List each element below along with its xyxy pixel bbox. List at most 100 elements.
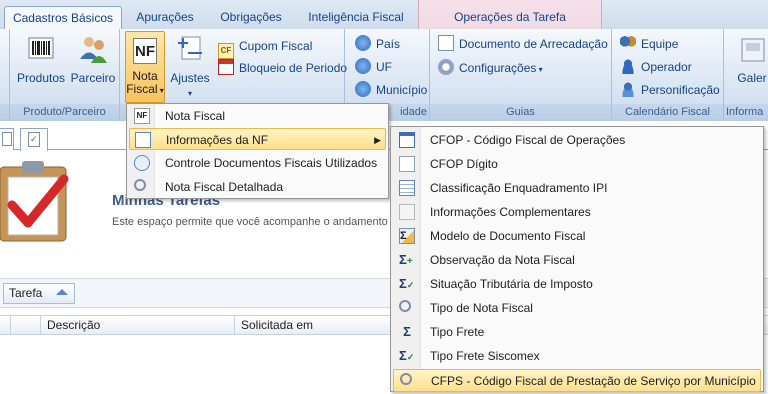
- menu-item-label: Informações da NF: [166, 133, 269, 147]
- ribbon-group-informa: Galer Informa: [724, 29, 768, 121]
- menu-item-label: Nota Fiscal Detalhada: [165, 180, 284, 194]
- informacoes-nf-submenu: CFOP - Código Fiscal de Operações CFOP D…: [390, 126, 764, 392]
- tab-operacoes-da-tarefa[interactable]: Operações da Tarefa: [418, 0, 602, 30]
- personificacao-button[interactable]: Personificação: [620, 80, 720, 100]
- menu-item-controle-documentos[interactable]: Controle Documentos Fiscais Utilizados: [129, 152, 386, 174]
- nota-fiscal-button[interactable]: NF Nota Fiscal ▾: [125, 31, 165, 103]
- search-doc-icon: [400, 373, 412, 385]
- submenu-item-tipo-frete[interactable]: Σ Tipo Frete: [393, 321, 761, 344]
- gear-icon: [438, 59, 454, 75]
- uf-button[interactable]: UF: [355, 57, 392, 77]
- municipio-button[interactable]: Município: [355, 80, 427, 100]
- sigma-check-icon: Σ✓: [399, 348, 415, 363]
- submenu-item-cfop[interactable]: CFOP - Código Fiscal de Operações: [393, 129, 761, 152]
- sort-up-icon[interactable]: [56, 289, 68, 295]
- globe-icon: [355, 35, 371, 51]
- submenu-item-tipo-frete-siscomex[interactable]: Σ✓ Tipo Frete Siscomex: [393, 345, 761, 368]
- calendar-block-icon: [218, 59, 234, 75]
- submenu-item-label: Classificação Enquadramento IPI: [430, 181, 608, 195]
- produtos-button[interactable]: Produtos: [16, 33, 66, 85]
- barcode-icon: [28, 37, 54, 59]
- ribbon-group-produto-parceiro: Produtos Parceiro Produto/Parceiro: [10, 29, 120, 121]
- document-icon: [399, 156, 415, 172]
- uf-label: UF: [376, 60, 392, 74]
- parceiro-button[interactable]: Parceiro: [68, 33, 118, 85]
- globe-icon: [355, 58, 371, 74]
- group-chip-label: Tarefa: [9, 286, 43, 300]
- submenu-item-tipo-nota-fiscal[interactable]: Tipo de Nota Fiscal: [393, 297, 761, 320]
- submenu-item-observacao-nf[interactable]: Σ+ Observação da Nota Fiscal: [393, 249, 761, 272]
- configuracoes-label: Configurações: [459, 61, 537, 75]
- nf-icon: NF: [134, 108, 150, 124]
- workspace-tab-1[interactable]: [0, 128, 14, 150]
- submenu-item-modelo-documento[interactable]: Σ Modelo de Documento Fiscal: [393, 225, 761, 248]
- ajustes-button[interactable]: Ajustes ▾: [168, 33, 212, 99]
- ribbon-group-cut: [0, 29, 10, 121]
- submenu-item-label: CFPS - Código Fiscal de Prestação de Ser…: [431, 374, 756, 388]
- documento-arrecadacao-label: Documento de Arrecadação: [459, 37, 608, 51]
- cupom-fiscal-button[interactable]: CF Cupom Fiscal: [218, 36, 313, 59]
- submenu-item-situacao-tributaria[interactable]: Σ✓ Situação Tributária de Imposto: [393, 273, 761, 296]
- control-docs-icon: [134, 155, 150, 171]
- submenu-item-informacoes-complementares[interactable]: Informações Complementares: [393, 201, 761, 224]
- menu-item-nota-fiscal[interactable]: NF Nota Fiscal: [129, 105, 386, 127]
- chevron-right-icon: ▶: [374, 135, 381, 145]
- group-label-cut: [0, 104, 9, 121]
- group-label-guias: Guias: [430, 104, 611, 121]
- galeria-label: Galer: [737, 71, 767, 85]
- documento-arrecadacao-button[interactable]: Documento de Arrecadação: [438, 34, 608, 54]
- column-descricao[interactable]: Descrição: [40, 316, 234, 335]
- workspace-tab-tarefas[interactable]: ✓: [20, 128, 48, 151]
- operador-button[interactable]: Operador: [620, 57, 692, 77]
- tab-inteligencia-fiscal[interactable]: Inteligência Fiscal: [298, 6, 414, 30]
- bloqueio-periodo-label: Bloqueio de Periodo: [239, 61, 348, 75]
- submenu-item-cfop-digito[interactable]: CFOP Dígito: [393, 153, 761, 176]
- ribbon-group-guias: Documento de Arrecadação Configurações ▾…: [430, 29, 612, 121]
- chevron-down-icon: ▾: [157, 86, 164, 95]
- cupom-fiscal-label: Cupom Fiscal: [239, 39, 313, 53]
- configuracoes-button[interactable]: Configurações ▾: [438, 58, 543, 78]
- team-icon: [620, 35, 636, 51]
- group-chip-tarefa[interactable]: Tarefa: [3, 283, 75, 304]
- magnifier-icon: [134, 179, 146, 191]
- tab-apuracoes[interactable]: Apurações: [124, 6, 206, 30]
- impersonate-icon: [620, 81, 636, 97]
- submenu-item-label: CFOP Dígito: [430, 157, 498, 171]
- chevron-down-icon: ▾: [536, 65, 543, 74]
- ajustes-label: Ajustes: [170, 71, 210, 85]
- ribbon-group-calendario: Equipe Operador Personificação Calendári…: [612, 29, 724, 121]
- menu-item-label: Nota Fiscal: [165, 109, 226, 123]
- sigma-plus-icon: Σ+: [399, 252, 413, 267]
- document-icon: [438, 35, 454, 51]
- submenu-item-classificacao-ipi[interactable]: Classificação Enquadramento IPI: [393, 177, 761, 200]
- sigma-doc-icon: Σ: [399, 228, 415, 244]
- nota-fiscal-label-line1: Nota: [132, 69, 158, 83]
- tab-cadastros-basicos[interactable]: Cadastros Básicos: [4, 6, 122, 31]
- pais-label: País: [376, 37, 401, 51]
- pais-button[interactable]: País: [355, 34, 400, 54]
- window-icon: [399, 132, 415, 148]
- equipe-button[interactable]: Equipe: [620, 34, 678, 54]
- galeria-button[interactable]: Galer: [732, 33, 768, 85]
- submenu-item-label: Tipo de Nota Fiscal: [430, 301, 533, 315]
- personificacao-label: Personificação: [641, 83, 720, 97]
- partner-icon: [80, 37, 107, 63]
- page-icon: [2, 132, 12, 146]
- menu-item-informacoes-nf[interactable]: Informações da NF ▶: [129, 128, 386, 150]
- chevron-down-icon: ▾: [187, 89, 192, 98]
- tab-obrigacoes[interactable]: Obrigações: [208, 6, 294, 30]
- column-indicator[interactable]: [10, 316, 40, 335]
- nota-fiscal-menu: NF Nota Fiscal Informações da NF ▶ Contr…: [126, 103, 389, 199]
- group-label-produto-parceiro: Produto/Parceiro: [10, 104, 119, 121]
- nf-icon-text: NF: [135, 43, 155, 60]
- user-icon: [620, 58, 636, 74]
- page-subtitle: Este espaço permite que você acompanhe o…: [112, 216, 397, 228]
- gallery-icon: [741, 38, 765, 62]
- nf-icon: NF: [133, 38, 157, 64]
- submenu-item-label: Tipo Frete Siscomex: [430, 349, 540, 363]
- submenu-item-label: Tipo Frete: [430, 325, 485, 339]
- menu-item-nota-fiscal-detalhada[interactable]: Nota Fiscal Detalhada: [129, 176, 386, 198]
- submenu-item-cfps[interactable]: CFPS - Código Fiscal de Prestação de Ser…: [393, 369, 761, 392]
- bloqueio-periodo-button[interactable]: Bloqueio de Periodo: [218, 58, 347, 78]
- search-doc-icon: [399, 300, 411, 312]
